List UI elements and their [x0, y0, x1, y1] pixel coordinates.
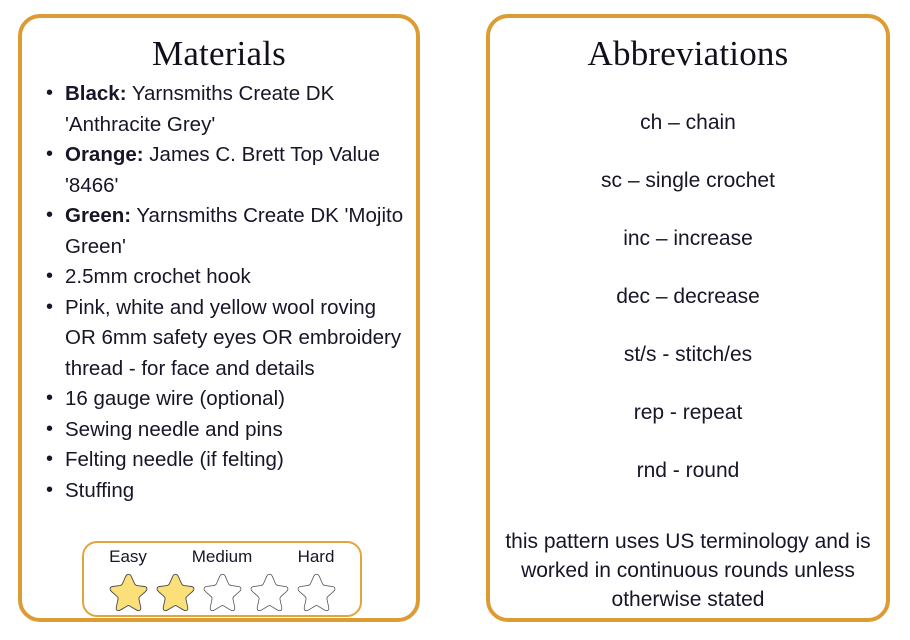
materials-title: Materials: [152, 34, 286, 73]
materials-list-item: Stuffing: [42, 475, 406, 507]
star-empty-icon[interactable]: [200, 571, 245, 614]
materials-item-label: Black:: [65, 82, 127, 105]
materials-list-item: Sewing needle and pins: [42, 414, 406, 446]
abbreviation-line: rnd - round: [636, 459, 740, 482]
pattern-info-page: Materials Black: Yarnsmiths Create DK 'A…: [0, 0, 910, 640]
materials-list-item: Green: Yarnsmiths Create DK 'Mojito Gree…: [42, 200, 406, 262]
materials-item-text: Sewing needle and pins: [65, 417, 283, 441]
abbreviation-line: ch – chain: [640, 111, 736, 134]
materials-list: Black: Yarnsmiths Create DK 'Anthracite …: [22, 78, 416, 507]
abbreviations-note: this pattern uses US terminology and is …: [505, 530, 871, 611]
materials-item-label: Green:: [65, 204, 132, 227]
materials-list-item: Orange: James C. Brett Top Value '8466': [42, 139, 406, 201]
materials-card: Materials Black: Yarnsmiths Create DK 'A…: [18, 14, 420, 622]
materials-item-text: Pink, white and yellow wool roving OR 6m…: [65, 295, 402, 380]
star-empty-icon[interactable]: [294, 571, 339, 614]
materials-item-text: Stuffing: [65, 478, 135, 502]
abbreviation-line: inc – increase: [623, 227, 753, 250]
difficulty-label-medium: Medium: [191, 547, 253, 566]
materials-item-text: 16 gauge wire (optional): [65, 387, 285, 410]
abbreviations-title: Abbreviations: [587, 34, 789, 73]
difficulty-label-easy: Easy: [109, 547, 147, 566]
star-empty-icon[interactable]: [247, 571, 292, 614]
difficulty-stars: [84, 571, 360, 614]
abbreviation-line: sc – single crochet: [601, 169, 775, 192]
difficulty-labels: Easy Medium Hard: [84, 546, 360, 570]
materials-list-item: Felting needle (if felting): [42, 444, 406, 476]
materials-list-item: 2.5mm crochet hook: [42, 261, 406, 293]
abbreviations-card: Abbreviations ch – chain sc – single croc…: [486, 14, 890, 622]
star-filled-icon[interactable]: [106, 571, 151, 614]
materials-item-text: 2.5mm crochet hook: [65, 265, 251, 288]
star-filled-icon[interactable]: [153, 571, 198, 614]
abbreviation-line: st/s - stitch/es: [623, 343, 753, 366]
materials-item-text: Felting needle (if felting): [65, 448, 284, 471]
materials-item-label: Orange:: [65, 143, 144, 166]
abbreviation-line: dec – decrease: [616, 285, 760, 308]
abbreviation-line: rep - repeat: [633, 401, 743, 424]
materials-list-item: 16 gauge wire (optional): [42, 383, 406, 415]
materials-list-item: Black: Yarnsmiths Create DK 'Anthracite …: [42, 78, 406, 140]
difficulty-rating-box: Easy Medium Hard: [82, 541, 362, 617]
difficulty-label-hard: Hard: [297, 547, 335, 566]
abbreviations-list: ch – chain sc – single crochet inc – incre…: [490, 79, 886, 614]
materials-list-item: Pink, white and yellow wool roving OR 6m…: [42, 292, 406, 385]
